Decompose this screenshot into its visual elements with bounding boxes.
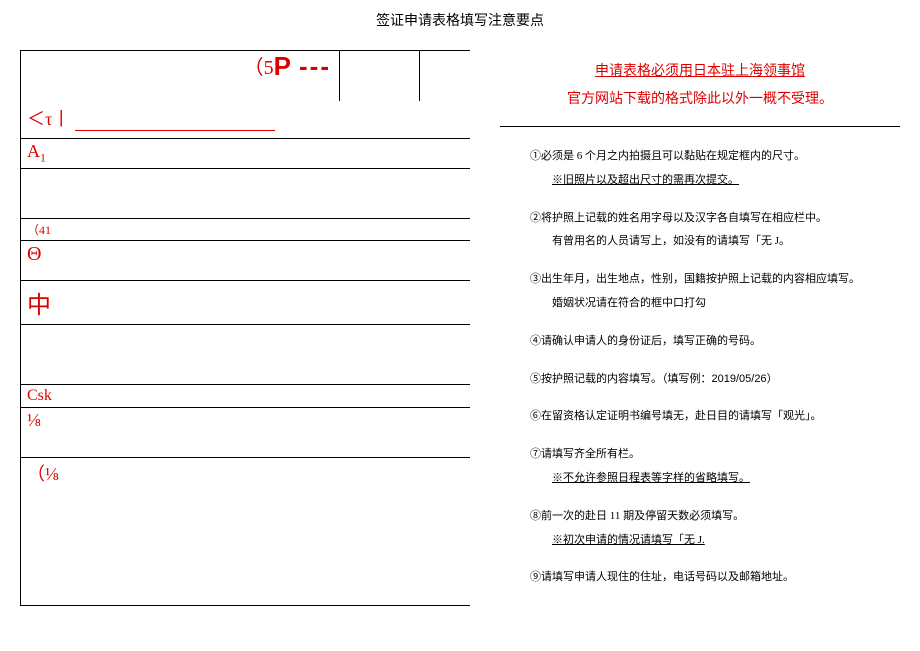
row-csk: Csk	[21, 385, 470, 408]
instruction-text: ②将护照上记载的姓名用字母以及汉字各自填写在相应栏中。	[530, 209, 900, 229]
mark-dashes: ---	[299, 51, 331, 82]
row-theta: Θ	[21, 241, 470, 281]
form-diagram: （5 P --- ＜τ丨 A1 （41 Θ 中 Csk	[20, 50, 470, 606]
instruction-sub: 婚姻状况请在符合的框中口打勾	[530, 294, 900, 314]
instruction-text: ⑧前一次的赴日 11 期及停留天数必须填写。	[530, 507, 900, 527]
page-title: 签证申请表格填写注意要点	[0, 0, 920, 50]
form-header-row: （5 P ---	[21, 51, 470, 101]
a1-label: A1	[21, 139, 52, 168]
instruction-text: ⑦请填写齐全所有栏。	[530, 445, 900, 465]
instruction-item: ②将护照上记载的姓名用字母以及汉字各自填写在相应栏中。有曾用名的人员请写上，如没…	[530, 209, 900, 253]
instruction-sub: ※旧照片以及超出尺寸的需再次提交。	[530, 171, 900, 191]
instruction-text: ⑥在留资格认定证明书编号填无，赴日目的请填写「观光」。	[530, 407, 900, 427]
instruction-text: ④请确认申请人的身份证后，填写正确的号码。	[530, 332, 900, 352]
tau-label: ＜τ	[27, 109, 52, 129]
row-blank-1	[21, 169, 470, 219]
row-zhong: 中	[21, 281, 470, 325]
header-cell-photo: （5 P ---	[21, 51, 340, 101]
label-theta: Θ	[21, 241, 47, 268]
notice-line-1: 申请表格必须用日本驻上海领事馆	[500, 58, 900, 86]
instruction-item: ⑥在留资格认定证明书编号填无，赴日目的请填写「观光」。	[530, 407, 900, 427]
tau-bar: 丨	[52, 109, 70, 129]
instruction-item: ③出生年月，出生地点，性别，国籍按护照上记载的内容相应填写。婚姻状况请在符合的框…	[530, 270, 900, 314]
instruction-text: ③出生年月，出生地点，性别，国籍按护照上记载的内容相应填写。	[530, 270, 900, 290]
instructions-column: 申请表格必须用日本驻上海领事馆 官方网站下载的格式除此以外一概不受理。 ①必须是…	[470, 50, 900, 606]
row-frac2: （⅛	[21, 458, 470, 498]
instruction-sub: ※初次申请的情况请填写「无 J.	[530, 531, 900, 551]
header-cell-2	[340, 51, 420, 101]
instruction-item: ⑨请填写申请人现住的住址，电话号码以及邮箱地址。	[530, 568, 900, 588]
instruction-list: ①必须是 6 个月之内拍摄且可以黏贴在规定框内的尺寸。 ※旧照片以及超出尺寸的需再…	[500, 147, 900, 588]
header-cell-3	[420, 51, 470, 101]
row-blank-2	[21, 325, 470, 385]
main-container: （5 P --- ＜τ丨 A1 （41 Θ 中 Csk	[0, 50, 920, 606]
instruction-text: ①必须是 6 个月之内拍摄且可以黏贴在规定框内的尺寸。	[530, 147, 900, 167]
tau-underline	[75, 115, 275, 131]
label-frac1: ⅛	[21, 408, 47, 433]
row-41: （41	[21, 219, 470, 241]
instruction-item: ⑧前一次的赴日 11 期及停留天数必须填写。 ※初次申请的情况请填写「无 J.	[530, 507, 900, 551]
row-a1: A1	[21, 139, 470, 169]
instruction-text: ⑨请填写申请人现住的住址，电话号码以及邮箱地址。	[530, 568, 900, 588]
label-zhong: 中	[21, 281, 57, 324]
instruction-item: ④请确认申请人的身份证后，填写正确的号码。	[530, 332, 900, 352]
label-csk: Csk	[21, 385, 58, 407]
instruction-item: ⑤按护照记载的内容填写。（填写例：2019/05/26）	[530, 370, 900, 390]
label-41: （41	[21, 219, 57, 240]
mark-p: P	[274, 51, 293, 82]
instruction-sub: 有曾用名的人员请写上，如没有的请填写「无 J。	[530, 232, 900, 252]
row-tau: ＜τ丨	[21, 101, 470, 139]
instruction-item: ①必须是 6 个月之内拍摄且可以黏贴在规定框内的尺寸。 ※旧照片以及超出尺寸的需再…	[530, 147, 900, 191]
instruction-text: ⑤按护照记载的内容填写。（填写例：2019/05/26）	[530, 370, 900, 390]
notice-box: 申请表格必须用日本驻上海领事馆 官方网站下载的格式除此以外一概不受理。	[500, 50, 900, 127]
label-frac2: （⅛	[21, 458, 65, 488]
row-frac1: ⅛	[21, 408, 470, 458]
notice-line-2: 官方网站下载的格式除此以外一概不受理。	[500, 86, 900, 114]
mark-five: （5	[244, 51, 274, 80]
instruction-sub: ※不允许参照日程表等字样的省略填写。	[530, 469, 900, 489]
instruction-item: ⑦请填写齐全所有栏。 ※不允许参照日程表等字样的省略填写。	[530, 445, 900, 489]
